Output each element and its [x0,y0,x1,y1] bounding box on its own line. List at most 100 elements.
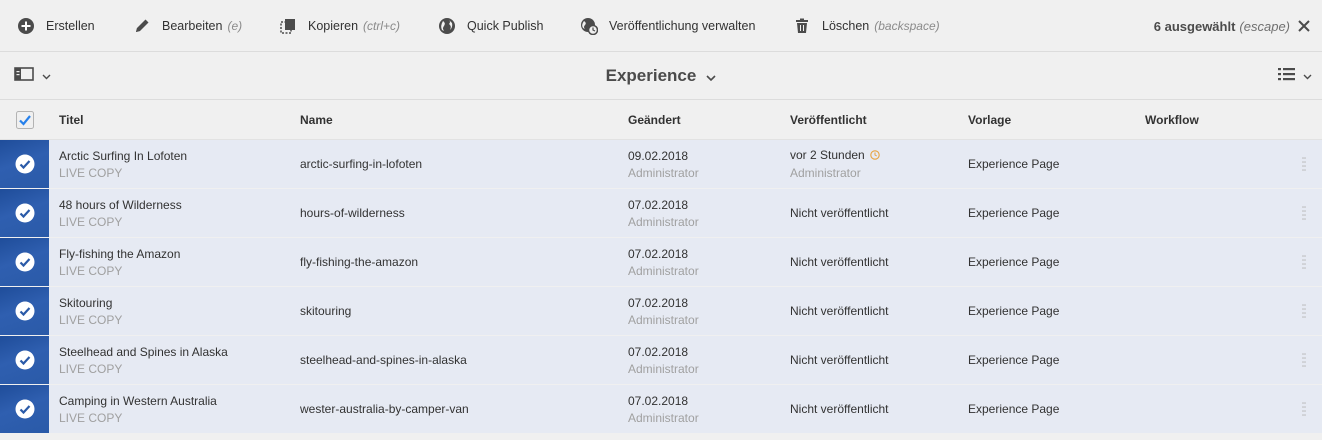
row-modified-by: Administrator [628,165,699,180]
row-modified-date: 07.02.2018 [628,246,689,261]
page-title[interactable]: Experience [0,52,1322,100]
row-name: arctic-surfing-in-lofoten [300,157,423,171]
close-selection-icon[interactable] [1294,16,1314,36]
row-subtitle: LIVE COPY [59,263,123,278]
row-title: Camping in Western Australia [59,393,217,408]
row-name: steelhead-and-spines-in-alaska [300,353,467,367]
row-subtitle: LIVE COPY [59,312,123,327]
copy-label: Kopieren [308,19,359,33]
create-label: Erstellen [46,19,95,33]
selected-check-icon [15,399,35,419]
table-row[interactable]: Arctic Surfing In Lofoten LIVE COPY arcti… [0,140,1322,189]
add-circle-icon [16,16,36,36]
row-modified-date: 09.02.2018 [628,148,689,163]
table-row[interactable]: 48 hours of Wilderness LIVE COPY hours-of… [0,189,1322,238]
row-modified-date: 07.02.2018 [628,344,689,359]
selected-check-icon [15,154,35,174]
row-subtitle: LIVE COPY [59,410,123,425]
row-title: Steelhead and Spines in Alaska [59,344,228,359]
view-switcher-button[interactable] [1277,66,1312,85]
quick-publish-button[interactable]: Quick Publish [437,0,543,52]
selected-check-icon [15,301,35,321]
row-published: Nicht veröffentlicht [790,353,889,367]
copy-button[interactable]: Kopieren (ctrl+c) [278,0,400,52]
drag-handle-icon[interactable] [1302,255,1306,269]
globe-clock-icon [579,16,599,36]
chevron-down-icon [1303,69,1312,83]
edit-shortcut: (e) [227,19,243,33]
column-header-workflow[interactable]: Workflow [1145,100,1199,140]
selection-count: 6 ausgewählt (escape) [1154,0,1290,52]
drag-handle-icon[interactable] [1302,304,1306,318]
row-modified-date: 07.02.2018 [628,295,689,310]
manage-publication-button[interactable]: Veröffentlichung verwalten [579,0,755,52]
action-bar: Erstellen Bearbeiten (e) Kopieren (ctrl+… [0,0,1322,52]
row-thumbnail[interactable] [0,189,49,237]
edit-label: Bearbeiten [162,19,223,33]
column-header-modified[interactable]: Geändert [628,100,681,140]
drag-handle-icon[interactable] [1302,402,1306,416]
trash-icon [792,16,812,36]
row-thumbnail[interactable] [0,140,49,188]
drag-handle-icon[interactable] [1302,157,1306,171]
table-row[interactable]: Fly-fishing the Amazon LIVE COPY fly-fish… [0,238,1322,287]
table-row[interactable]: Camping in Western Australia LIVE COPY we… [0,385,1322,434]
row-modified-by: Administrator [628,361,699,376]
copy-icon [278,16,298,36]
pencil-icon [132,16,152,36]
row-template: Experience Page [968,402,1060,416]
row-title: Skitouring [59,295,113,310]
selected-check-icon [15,350,35,370]
row-subtitle: LIVE COPY [59,361,123,376]
row-published: Nicht veröffentlicht [790,255,889,269]
row-modified-by: Administrator [628,263,699,278]
list-view-icon [1277,66,1297,85]
row-thumbnail[interactable] [0,336,49,384]
row-thumbnail[interactable] [0,287,49,335]
delete-button[interactable]: Löschen (backspace) [792,0,940,52]
column-header-title[interactable]: Titel [59,100,83,140]
manage-publication-label: Veröffentlichung verwalten [609,19,756,33]
row-published-by: Administrator [790,166,861,180]
row-title: Arctic Surfing In Lofoten [59,148,188,163]
quick-publish-label: Quick Publish [467,19,544,33]
select-all-checkbox[interactable] [16,111,34,129]
row-published: Nicht veröffentlicht [790,206,889,220]
row-subtitle: LIVE COPY [59,214,123,229]
table-header: Titel Name Geändert Veröffentlicht Vorla… [0,100,1322,140]
row-template: Experience Page [968,353,1060,367]
selection-count-label: 6 ausgewählt [1153,18,1236,34]
row-template: Experience Page [968,157,1060,171]
page-title-label: Experience [605,66,697,85]
row-modified-by: Administrator [628,410,699,425]
column-header-published[interactable]: Veröffentlicht [790,100,867,140]
table-row[interactable]: Steelhead and Spines in Alaska LIVE COPY … [0,336,1322,385]
drag-handle-icon[interactable] [1302,206,1306,220]
selected-check-icon [15,203,35,223]
row-modified-date: 07.02.2018 [628,393,689,408]
drag-handle-icon[interactable] [1302,353,1306,367]
table-body: Arctic Surfing In Lofoten LIVE COPY arcti… [0,140,1322,434]
row-title: Fly-fishing the Amazon [59,246,181,261]
table-row[interactable]: Skitouring LIVE COPY skitouring 07.02.201… [0,287,1322,336]
title-bar: Experience [0,52,1322,100]
selection-shortcut: (escape) [1239,18,1290,34]
row-thumbnail[interactable] [0,385,49,433]
copy-shortcut: (ctrl+c) [363,19,401,33]
row-name: skitouring [300,304,352,318]
chevron-down-icon [706,66,716,86]
delete-label: Löschen [822,19,870,33]
row-modified-by: Administrator [628,312,699,327]
row-thumbnail[interactable] [0,238,49,286]
row-title: 48 hours of Wilderness [59,197,182,212]
create-button[interactable]: Erstellen [16,0,95,52]
selected-check-icon [15,252,35,272]
column-header-template[interactable]: Vorlage [968,100,1011,140]
row-modified-by: Administrator [628,214,699,229]
edit-button[interactable]: Bearbeiten (e) [132,0,242,52]
column-header-name[interactable]: Name [300,100,333,140]
delete-shortcut: (backspace) [874,19,940,33]
row-published: Nicht veröffentlicht [790,402,889,416]
row-template: Experience Page [968,206,1060,220]
row-name: fly-fishing-the-amazon [300,255,419,269]
